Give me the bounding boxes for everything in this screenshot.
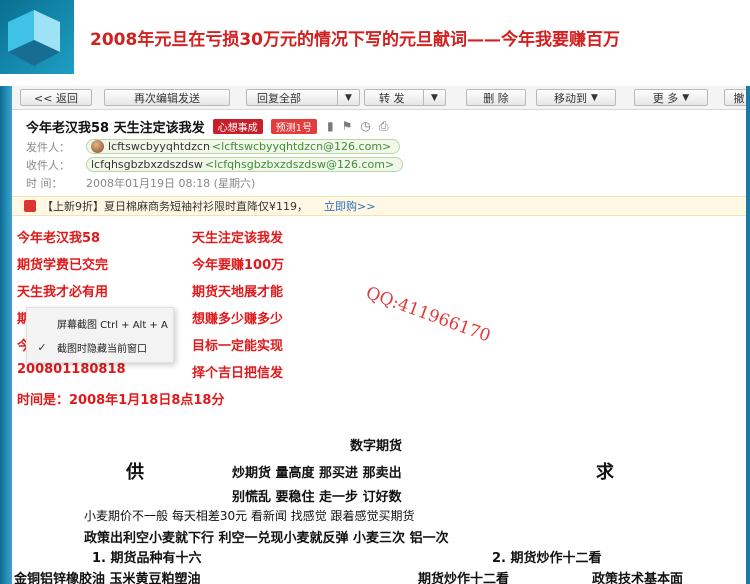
menu-item-screenshot-label: 屏幕截图 Ctrl + Alt + A — [57, 319, 168, 331]
time-value: 2008年01月19日 08:18 (星期六) — [86, 176, 256, 190]
menu-item-hide-window-label: 截图时隐藏当前窗口 — [57, 343, 147, 355]
poem-line-1b: 天生注定该我发 — [192, 231, 284, 246]
poem-line-4b: 想赚多少赚多少 — [192, 312, 284, 327]
time-row: 时 间： 2008年01月19日 08:18 (星期六) — [26, 174, 255, 191]
chevron-down-icon[interactable]: ▼ — [423, 90, 445, 105]
to-row: 收件人： lcfqhsgbzbxzdszdsw <lcfqhsgbzbxzdsz… — [26, 156, 404, 173]
from-address-pill[interactable]: lcftswcbyyqhtdzcn <lcftswcbyyqhtdzcn@126… — [86, 139, 401, 154]
body-line-5b: 2. 期货炒作十二看 — [492, 551, 602, 566]
poem-line-6b: 择个吉日把信发 — [192, 366, 284, 381]
tag-badge[interactable]: 心想事成 — [212, 118, 263, 134]
bookmark-icon[interactable]: ▮ — [327, 119, 334, 133]
withdraw-button[interactable]: 撤 — [724, 89, 746, 106]
body-line-6c: 政策技术基本面 — [592, 572, 684, 584]
body-line-6b: 期货炒作十二看 — [418, 572, 510, 584]
body-line-6a: 金铜铝锌橡胶油 玉米黄豆粕塑油 — [14, 572, 201, 584]
tag-badge[interactable]: 预测1号 — [270, 118, 317, 134]
banner-title: 2008年元旦在亏损30万元的情况下写的元旦献词——今年我要赚百万 — [74, 0, 750, 74]
poem-line-7: 时间是：2008年1月18日8点18分 — [17, 393, 225, 408]
poem-line-6a: 200801180818 — [17, 362, 126, 377]
reply-all-label: 回复全部 — [257, 91, 301, 105]
body-line-2: 别慌乱 要稳住 走一步 订好数 — [232, 490, 402, 505]
chevron-down-icon: ▼ — [591, 92, 598, 103]
forward-button[interactable]: 转 发 ▼ — [364, 89, 446, 106]
chevron-down-icon[interactable]: ▼ — [337, 90, 359, 105]
print-icon[interactable]: ⎙ — [379, 119, 389, 134]
poem-line-3a: 天生我才必有用 — [17, 285, 109, 300]
time-label: 时 间： — [26, 176, 63, 190]
mail-subject: 今年老汉我58 天生注定该我发 — [26, 120, 205, 136]
poem-line-5b: 目标一定能实现 — [192, 339, 284, 354]
more-button[interactable]: 更 多 ▼ — [634, 89, 708, 106]
ad-link[interactable]: 立即购>> — [324, 198, 375, 214]
forward-label: 转 发 — [379, 91, 405, 105]
cube-logo-icon — [0, 0, 74, 74]
to-email: <lcfqhsgbzbxzdszdsw@126.com> — [204, 158, 395, 171]
banner-rule — [0, 74, 750, 86]
poem-line-2b: 今年要赚100万 — [192, 258, 285, 273]
flag-icon[interactable]: ⚑ — [342, 119, 353, 133]
subject-icons: ▮ ⚑ ◷ ⎙ — [327, 119, 388, 134]
to-address-pill[interactable]: lcfqhsgbzbxzdszdsw <lcfqhsgbzbxzdszdsw@1… — [86, 157, 404, 172]
edit-resend-button[interactable]: 再次编辑发送 — [104, 89, 230, 106]
from-name: lcftswcbyyqhtdzcn — [108, 140, 210, 153]
move-to-label: 移动到 — [554, 91, 588, 105]
poem-line-2a: 期货学费已交完 — [17, 258, 109, 273]
ad-icon — [24, 200, 36, 212]
delete-button[interactable]: 删 除 — [466, 89, 526, 106]
from-row: 发件人： lcftswcbyyqhtdzcn <lcftswcbyyqhtdzc… — [26, 138, 401, 155]
move-to-button[interactable]: 移动到 ▼ — [536, 89, 616, 106]
more-label: 更 多 — [652, 91, 679, 105]
chevron-down-icon: ▼ — [682, 92, 690, 103]
mail-toolbar: << 返回 再次编辑发送 回复全部 ▼ 转 发 ▼ 删 除 移动到 ▼ 更 多 … — [12, 86, 746, 110]
right-char: 求 — [596, 462, 614, 483]
ad-text: 【上新9折】夏日棉麻商务短袖衬衫限时直降仅¥119， — [42, 200, 308, 213]
menu-item-screenshot[interactable]: 屏幕截图 Ctrl + Alt + A — [27, 312, 173, 334]
poem-line-3b: 期货天地展才能 — [192, 285, 284, 300]
ad-bar[interactable]: 【上新9折】夏日棉麻商务短袖衬衫限时直降仅¥119， 立即购>> — [12, 196, 746, 216]
body-line-4: 政策出利空小麦就下行 利空一兑现小麦就反弹 小麦三次 铝一次 — [84, 531, 449, 546]
from-email: <lcftswcbyyqhtdzcn@126.com> — [211, 140, 392, 153]
body-line-5a: 1. 期货品种有十六 — [92, 551, 202, 566]
frame-left-edge — [0, 86, 12, 584]
frame-right-edge — [746, 86, 750, 584]
to-label: 收件人： — [26, 158, 70, 172]
avatar — [91, 140, 104, 153]
body-line-1: 炒期货 量高度 那买进 那卖出 — [232, 466, 402, 481]
poem-line-1a: 今年老汉我58 — [17, 231, 101, 246]
body-heading: 数字期货 — [350, 439, 403, 454]
clock-icon[interactable]: ◷ — [360, 119, 370, 133]
from-label: 发件人： — [26, 140, 70, 154]
checkmark-icon: ✓ — [37, 340, 47, 354]
back-button[interactable]: << 返回 — [20, 89, 92, 106]
left-char: 供 — [126, 462, 144, 483]
reply-all-button[interactable]: 回复全部 ▼ — [246, 89, 360, 106]
subject-row: 今年老汉我58 天生注定该我发 心想事成 预测1号 ▮ ⚑ ◷ ⎙ — [26, 117, 388, 136]
screenshot-context-menu: 屏幕截图 Ctrl + Alt + A ✓ 截图时隐藏当前窗口 — [26, 307, 174, 363]
to-name: lcfqhsgbzbxzdszdsw — [91, 158, 203, 171]
slide-banner: 2008年元旦在亏损30万元的情况下写的元旦献词——今年我要赚百万 — [0, 0, 750, 86]
menu-item-hide-window[interactable]: ✓ 截图时隐藏当前窗口 — [27, 336, 173, 358]
body-line-3: 小麦期价不一般 每天相差30元 看新闻 找感觉 跟着感觉买期货 — [84, 509, 415, 523]
